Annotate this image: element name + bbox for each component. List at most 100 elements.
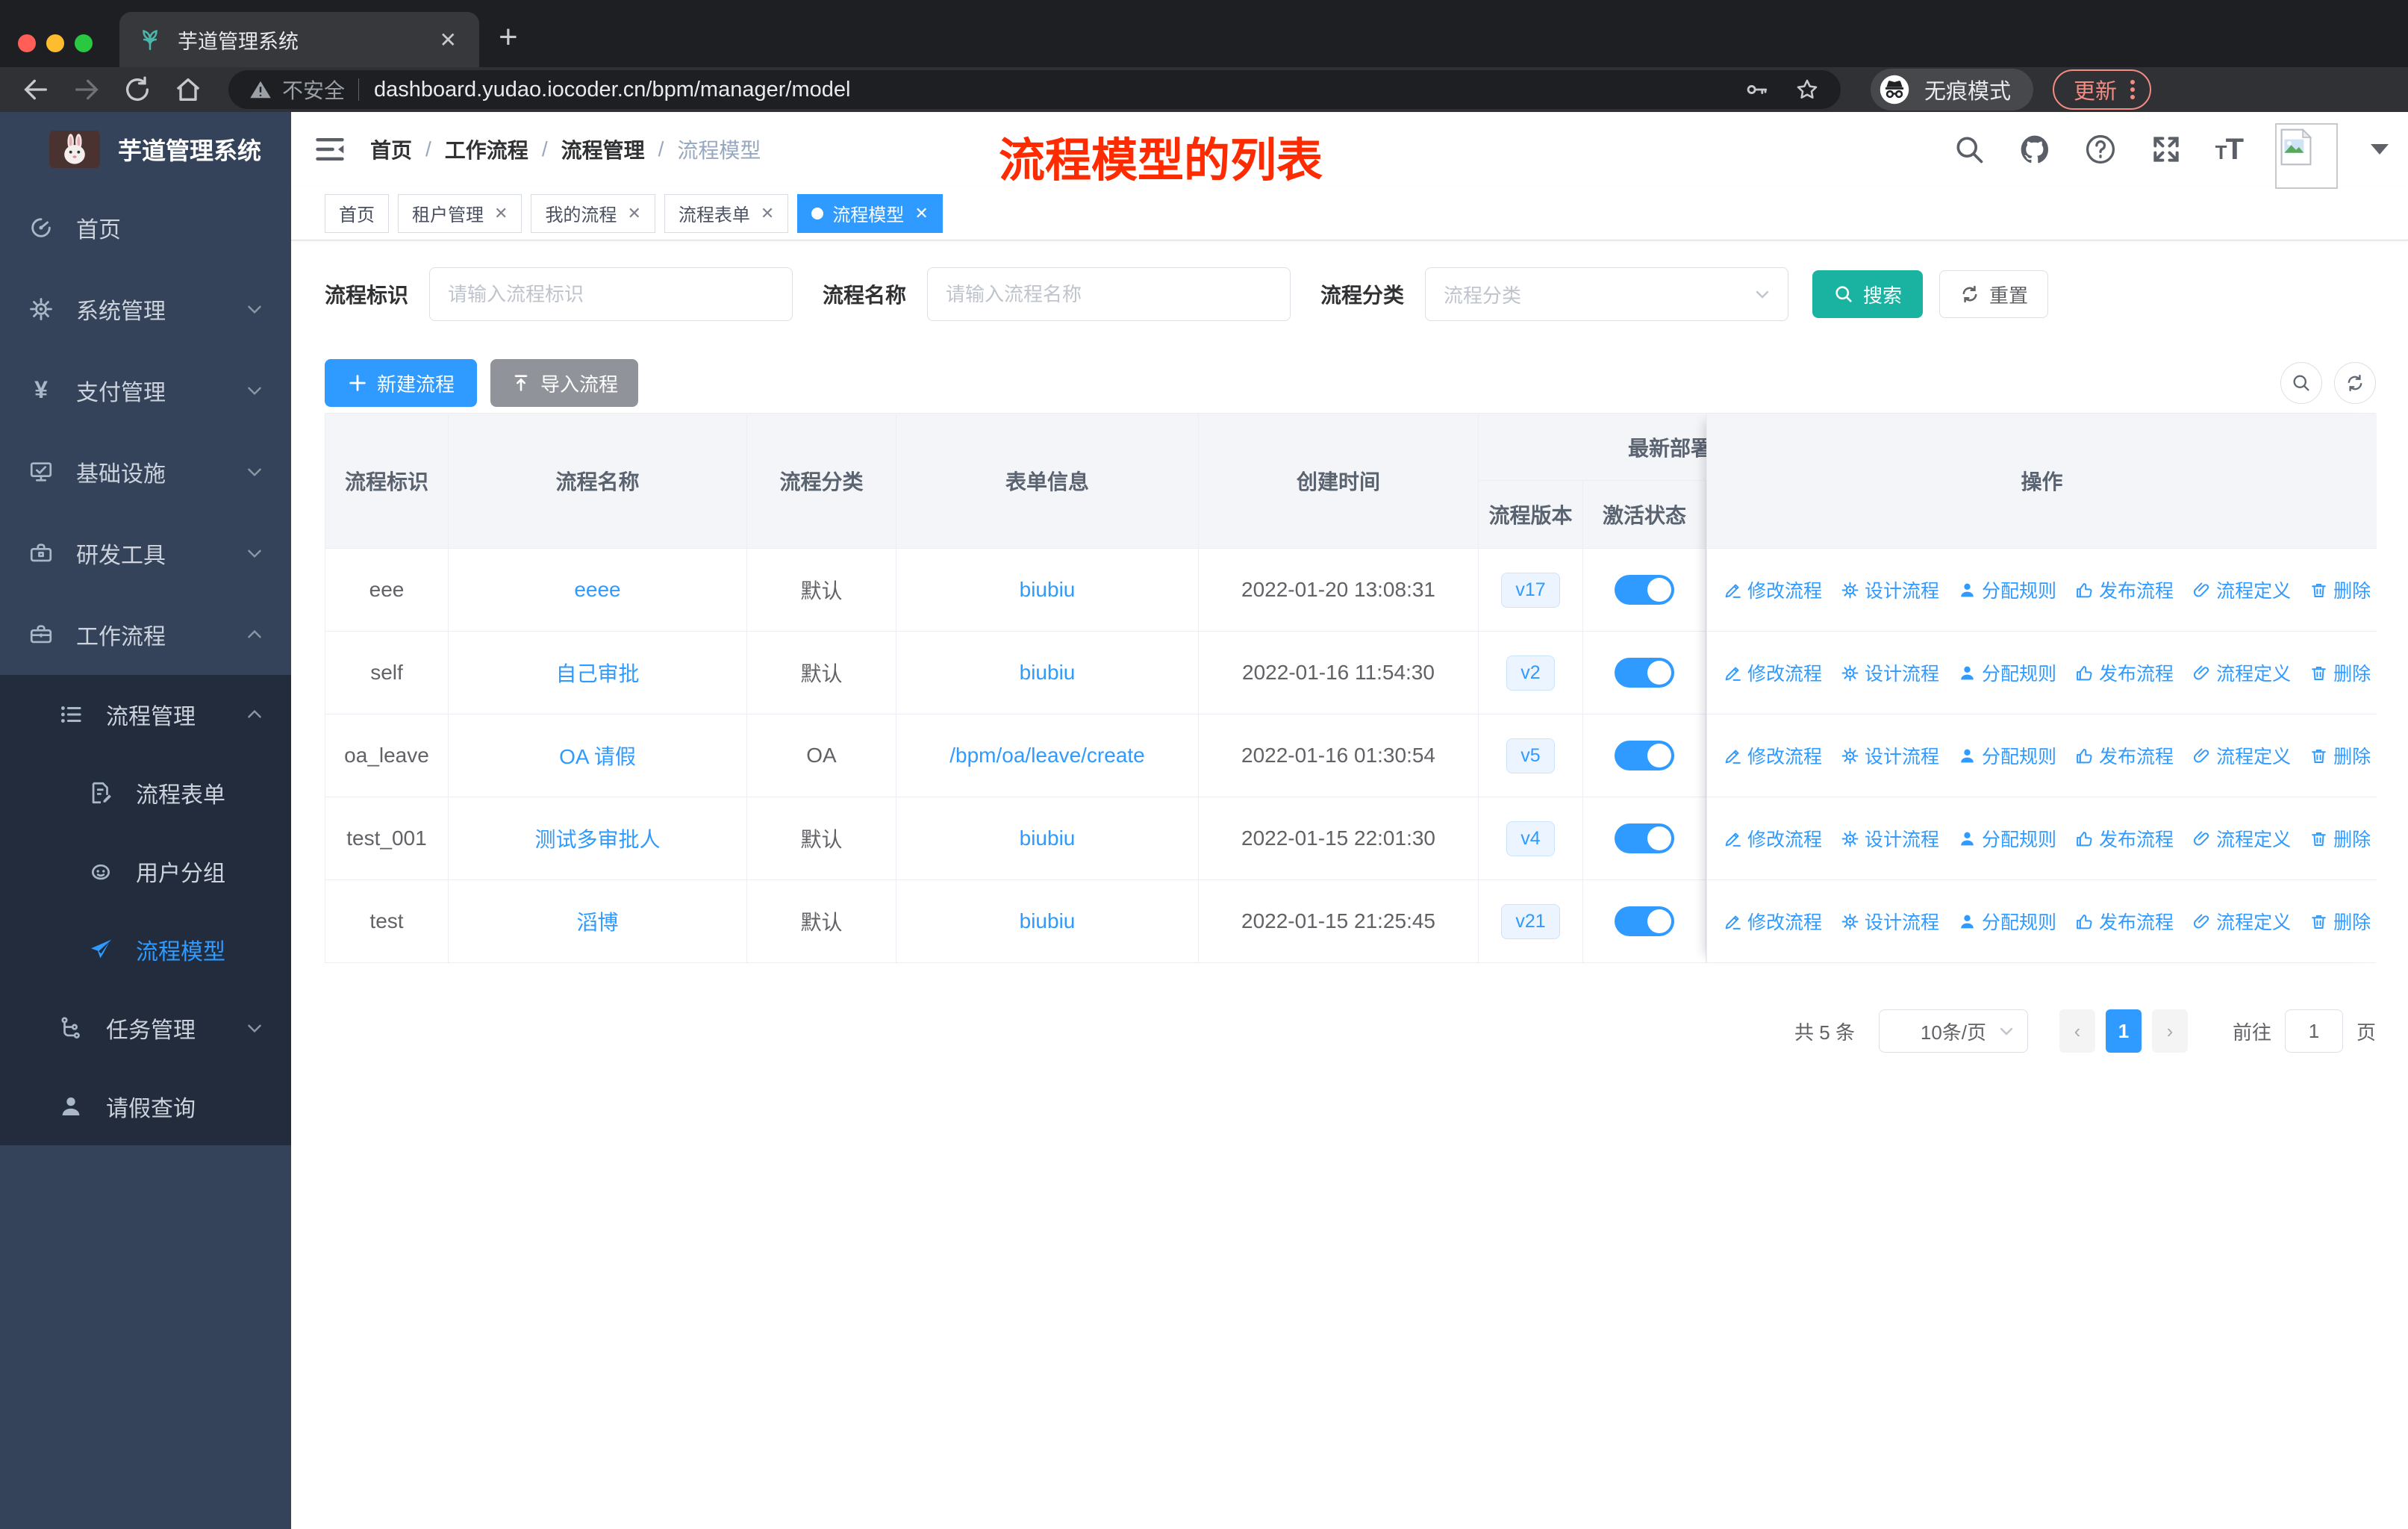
process-name-input[interactable] <box>927 267 1291 321</box>
action-设计流程[interactable]: 设计流程 <box>1841 742 1939 769</box>
action-流程定义[interactable]: 流程定义 <box>2192 908 2291 935</box>
key-icon[interactable] <box>1744 77 1769 102</box>
page-size-select[interactable]: 10条/页 <box>1878 1009 2028 1053</box>
action-设计流程[interactable]: 设计流程 <box>1841 576 1939 603</box>
home-icon[interactable] <box>173 75 203 105</box>
sidebar-item-workflow[interactable]: 工作流程 <box>0 594 291 675</box>
refresh-table-button[interactable] <box>2334 362 2376 404</box>
tag-首页[interactable]: 首页 <box>325 193 389 233</box>
search-icon[interactable] <box>1953 133 1986 166</box>
breadcrumb-item[interactable]: 首页 <box>370 134 412 164</box>
user-avatar[interactable] <box>2275 123 2338 189</box>
action-分配规则[interactable]: 分配规则 <box>1958 576 2056 603</box>
prev-page-button[interactable]: ‹ <box>2059 1009 2095 1053</box>
sidebar-item-payment[interactable]: ¥ 支付管理 <box>0 349 291 431</box>
reload-icon[interactable] <box>122 75 152 105</box>
browser-menu-icon[interactable] <box>2130 77 2136 102</box>
breadcrumb-item[interactable]: 流程模型 <box>677 134 761 164</box>
active-toggle[interactable] <box>1615 823 1674 853</box>
bookmark-star-icon[interactable] <box>1794 77 1820 102</box>
sidebar-item-task-manage[interactable]: 任务管理 <box>0 988 291 1067</box>
action-分配规则[interactable]: 分配规则 <box>1958 908 2056 935</box>
active-toggle[interactable] <box>1615 658 1674 688</box>
tab-close-icon[interactable]: ✕ <box>435 28 461 52</box>
tag-close-icon[interactable]: ✕ <box>494 204 508 223</box>
form-cell[interactable]: biubiu <box>896 797 1199 879</box>
form-cell[interactable]: biubiu <box>896 632 1199 714</box>
name-cell[interactable]: 测试多审批人 <box>449 797 747 879</box>
sidebar-item-home[interactable]: 首页 <box>0 187 291 268</box>
create-process-button[interactable]: 新建流程 <box>325 359 477 407</box>
action-设计流程[interactable]: 设计流程 <box>1841 908 1939 935</box>
action-删除[interactable]: 删除 <box>2309 576 2371 603</box>
sidebar-item-leave-query[interactable]: 请假查询 <box>0 1067 291 1145</box>
breadcrumb-item[interactable]: 流程管理 <box>561 134 645 164</box>
reset-button[interactable]: 重置 <box>1939 270 2049 318</box>
action-发布流程[interactable]: 发布流程 <box>2075 576 2174 603</box>
active-toggle[interactable] <box>1615 741 1674 770</box>
action-删除[interactable]: 删除 <box>2309 742 2371 769</box>
action-修改流程[interactable]: 修改流程 <box>1724 742 1822 769</box>
sidebar-item-process-form[interactable]: 流程表单 <box>0 753 291 832</box>
tag-close-icon[interactable]: ✕ <box>761 204 774 223</box>
url-text[interactable]: dashboard.yudao.iocoder.cn/bpm/manager/m… <box>374 78 1718 102</box>
action-删除[interactable]: 删除 <box>2309 908 2371 935</box>
collapse-sidebar-icon[interactable] <box>314 133 346 166</box>
action-设计流程[interactable]: 设计流程 <box>1841 825 1939 852</box>
action-设计流程[interactable]: 设计流程 <box>1841 659 1939 686</box>
import-process-button[interactable]: 导入流程 <box>490 359 638 407</box>
action-修改流程[interactable]: 修改流程 <box>1724 825 1822 852</box>
goto-page-input[interactable] <box>2284 1009 2343 1053</box>
search-button[interactable]: 搜索 <box>1812 270 1924 318</box>
help-icon[interactable] <box>2084 133 2117 166</box>
sidebar-item-user-group[interactable]: 用户分组 <box>0 832 291 910</box>
form-cell[interactable]: biubiu <box>896 880 1199 962</box>
sidebar-logo[interactable]: 芋道管理系统 <box>0 112 291 187</box>
page-number-button[interactable]: 1 <box>2105 1009 2142 1053</box>
tag-流程表单[interactable]: 流程表单 ✕ <box>664 193 789 233</box>
version-badge[interactable]: v5 <box>1506 738 1555 773</box>
version-badge[interactable]: v21 <box>1501 903 1560 939</box>
name-cell[interactable]: 滔博 <box>449 880 747 962</box>
tag-流程模型[interactable]: 流程模型 ✕ <box>797 193 943 233</box>
version-badge[interactable]: v17 <box>1501 572 1560 608</box>
zoom-window-button[interactable] <box>75 34 93 52</box>
process-key-input[interactable] <box>429 267 793 321</box>
name-cell[interactable]: OA 请假 <box>449 714 747 797</box>
action-修改流程[interactable]: 修改流程 <box>1724 576 1822 603</box>
version-badge[interactable]: v4 <box>1506 820 1555 856</box>
active-toggle[interactable] <box>1615 575 1674 605</box>
tag-close-icon[interactable]: ✕ <box>627 204 640 223</box>
github-icon[interactable] <box>2018 133 2051 166</box>
font-size-icon[interactable]: TT <box>2215 133 2244 166</box>
action-分配规则[interactable]: 分配规则 <box>1958 825 2056 852</box>
tag-租户管理[interactable]: 租户管理 ✕ <box>398 193 523 233</box>
action-删除[interactable]: 删除 <box>2309 825 2371 852</box>
action-分配规则[interactable]: 分配规则 <box>1958 742 2056 769</box>
tag-close-icon[interactable]: ✕ <box>914 204 928 223</box>
process-category-select[interactable]: 流程分类 <box>1425 267 1789 321</box>
action-修改流程[interactable]: 修改流程 <box>1724 908 1822 935</box>
sidebar-item-system[interactable]: 系统管理 <box>0 268 291 349</box>
form-cell[interactable]: /bpm/oa/leave/create <box>896 714 1199 797</box>
breadcrumb-item[interactable]: 工作流程 <box>445 134 528 164</box>
browser-tab[interactable]: 芋道管理系统 ✕ <box>119 12 479 67</box>
action-修改流程[interactable]: 修改流程 <box>1724 659 1822 686</box>
action-流程定义[interactable]: 流程定义 <box>2192 659 2291 686</box>
close-window-button[interactable] <box>18 34 36 52</box>
action-发布流程[interactable]: 发布流程 <box>2075 742 2174 769</box>
action-分配规则[interactable]: 分配规则 <box>1958 659 2056 686</box>
minimize-window-button[interactable] <box>46 34 64 52</box>
name-cell[interactable]: 自己审批 <box>449 632 747 714</box>
sidebar-item-devtools[interactable]: 研发工具 <box>0 512 291 594</box>
action-流程定义[interactable]: 流程定义 <box>2192 576 2291 603</box>
forward-icon[interactable] <box>72 75 102 105</box>
sidebar-item-infrastructure[interactable]: 基础设施 <box>0 431 291 512</box>
back-icon[interactable] <box>21 75 51 105</box>
action-删除[interactable]: 删除 <box>2309 659 2371 686</box>
action-发布流程[interactable]: 发布流程 <box>2075 825 2174 852</box>
tag-我的流程[interactable]: 我的流程 ✕ <box>531 193 655 233</box>
action-发布流程[interactable]: 发布流程 <box>2075 659 2174 686</box>
toggle-search-button[interactable] <box>2280 362 2322 404</box>
update-button[interactable]: 更新 <box>2053 69 2152 110</box>
